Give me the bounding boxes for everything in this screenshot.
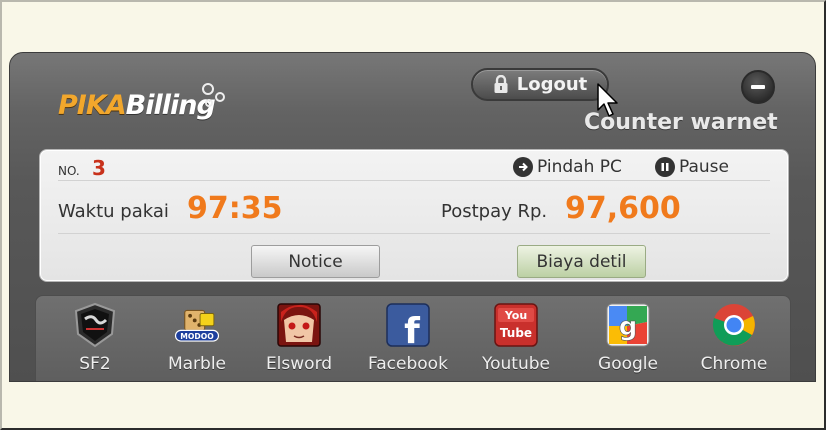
app-chrome[interactable]: Chrome (684, 302, 784, 381)
session-stats-row: Waktu pakai 97:35 Postpay Rp. 97,600 (58, 186, 770, 234)
app-youtube[interactable]: You Tube Youtube (466, 302, 566, 381)
youtube-text-top: You (504, 309, 527, 322)
arrow-right-circle-icon (513, 157, 533, 177)
app-sf2[interactable]: SF2 (45, 302, 145, 381)
pc-number-value: 3 (92, 156, 106, 180)
usage-time-label: Waktu pakai (58, 201, 169, 222)
app-label-youtube: Youtube (482, 354, 550, 374)
minimize-button[interactable] (741, 70, 775, 104)
modoo-marble-icon: MODOO (174, 302, 220, 348)
app-google[interactable]: g Google (578, 302, 678, 381)
youtube-text-bottom: Tube (500, 326, 532, 340)
app-elsword[interactable]: Elsword (249, 302, 349, 381)
subtitle: Counter warnet (584, 110, 778, 135)
app-label-facebook: Facebook (368, 354, 448, 374)
app-facebook[interactable]: f Facebook (358, 302, 458, 381)
session-panel: NO. 3 Pindah PC Pause Waktu pakai 97:35 … (39, 149, 789, 282)
pause-icon (655, 157, 675, 177)
app-launcher-dock: SF2 MODOO Marble Elsword f Facebook You … (35, 295, 791, 381)
pause-label: Pause (679, 157, 729, 177)
pause-link[interactable]: Pause (655, 157, 729, 177)
logout-label: Logout (516, 74, 588, 95)
elsword-icon (276, 302, 322, 348)
youtube-icon: You Tube (493, 302, 539, 348)
minus-icon (751, 85, 765, 89)
app-marble[interactable]: MODOO Marble (147, 302, 247, 381)
marble-logo-text: MODOO (180, 332, 214, 341)
logo-rings-icon (202, 83, 225, 107)
app-label-marble: Marble (167, 354, 227, 374)
facebook-icon: f (385, 302, 431, 348)
app-label-sf2: SF2 (79, 354, 111, 374)
pindah-pc-label: Pindah PC (537, 157, 622, 177)
svg-text:g: g (619, 312, 638, 342)
biaya-detil-button[interactable]: Biaya detil (517, 245, 646, 278)
google-icon: g (605, 302, 651, 348)
logo-primary: PIKA (58, 90, 127, 121)
notice-button[interactable]: Notice (251, 245, 380, 278)
app-label-chrome: Chrome (700, 354, 768, 374)
postpay-value: 97,600 (565, 191, 681, 226)
postpay-label: Postpay Rp. (441, 201, 548, 222)
chrome-icon (711, 302, 757, 348)
pindah-pc-link[interactable]: Pindah PC (513, 157, 622, 177)
billing-widget: PIKABilling Logout Counter warnet NO. 3 … (9, 52, 816, 382)
session-header-row: NO. 3 Pindah PC Pause (58, 155, 770, 181)
logout-button[interactable]: Logout (471, 68, 609, 101)
usage-time-value: 97:35 (187, 191, 283, 226)
sf2-icon (72, 302, 118, 348)
pc-number-label: NO. (58, 164, 80, 178)
pikabilling-logo: PIKABilling (58, 90, 216, 121)
lock-icon (494, 75, 508, 93)
app-label-google: Google (598, 354, 658, 374)
app-label-elsword: Elsword (265, 354, 333, 374)
facebook-glyph: f (404, 311, 420, 348)
